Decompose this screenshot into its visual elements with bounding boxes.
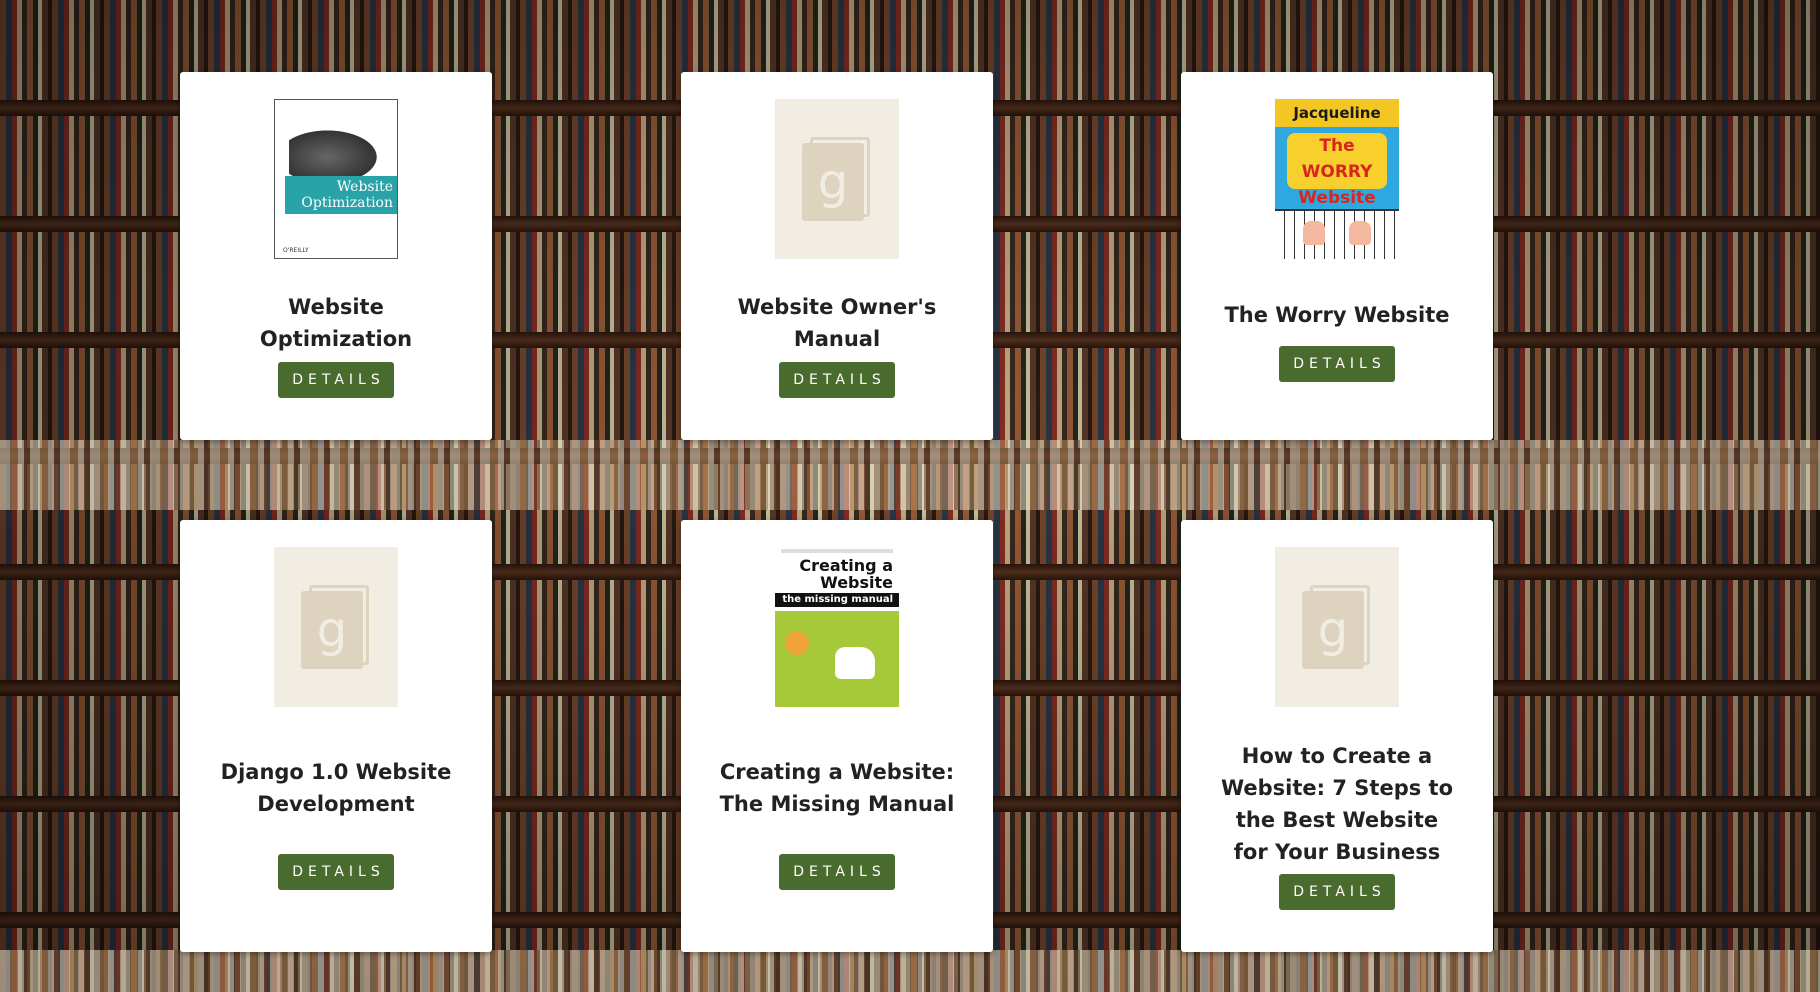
bookshelf-stack-band [0, 950, 1820, 992]
edition-badge [785, 631, 809, 655]
keyboard-illustration [1275, 209, 1399, 259]
book-placeholder-icon: g [301, 585, 371, 669]
book-title: Website Owner's Manual [737, 295, 937, 351]
book-card: g Django 1.0 Website Development DETAILS [180, 520, 492, 952]
book-card: g How to Create a Website: 7 Steps to th… [1181, 520, 1493, 952]
details-button[interactable]: DETAILS [779, 854, 895, 890]
book-card: g Website Owner's Manual DETAILS [681, 72, 993, 440]
book-title: Creating a Website: The Missing Manual [719, 760, 955, 816]
details-button[interactable]: DETAILS [278, 854, 394, 890]
cover-title: Website Optimization [285, 176, 397, 214]
book-cover-image[interactable]: Creating a Website the missing manual [775, 547, 899, 707]
book-title: Django 1.0 Website Development [220, 760, 452, 816]
book-cover-image[interactable]: Website Optimization O'REILLY [274, 99, 398, 259]
cover-title: Creating a Website [799, 556, 893, 592]
cover-logo: The WORRY Website [1287, 133, 1387, 208]
details-button[interactable]: DETAILS [779, 362, 895, 398]
bookshelf-stack-band [0, 440, 1820, 510]
book-cover-placeholder[interactable]: g [274, 547, 398, 707]
hand-illustration [1303, 221, 1325, 245]
dog-illustration [835, 647, 875, 679]
book-title: How to Create a Website: 7 Steps to the … [1220, 744, 1453, 864]
book-cover-placeholder[interactable]: g [1275, 547, 1399, 707]
book-placeholder-icon: g [802, 137, 872, 221]
book-title: Website Optimization [259, 295, 413, 351]
book-card: Creating a Website the missing manual Cr… [681, 520, 993, 952]
details-button[interactable]: DETAILS [278, 362, 394, 398]
book-cover-image[interactable]: Jacqueline Wilson The WORRY Website [1275, 99, 1399, 259]
book-cover-placeholder[interactable]: g [775, 99, 899, 259]
cover-banner: the missing manual [775, 593, 899, 607]
cover-publisher: O'REILLY [283, 247, 309, 254]
cover-author: Jacqueline Wilson [1275, 99, 1399, 150]
book-placeholder-icon: g [1302, 585, 1372, 669]
details-button[interactable]: DETAILS [1279, 346, 1395, 382]
hand-illustration [1349, 221, 1371, 245]
cover-green-panel [775, 611, 899, 707]
details-button[interactable]: DETAILS [1279, 874, 1395, 910]
book-title: The Worry Website [1224, 303, 1450, 327]
book-card: Jacqueline Wilson The WORRY Website The … [1181, 72, 1493, 440]
book-card: Website Optimization O'REILLY Website Op… [180, 72, 492, 440]
